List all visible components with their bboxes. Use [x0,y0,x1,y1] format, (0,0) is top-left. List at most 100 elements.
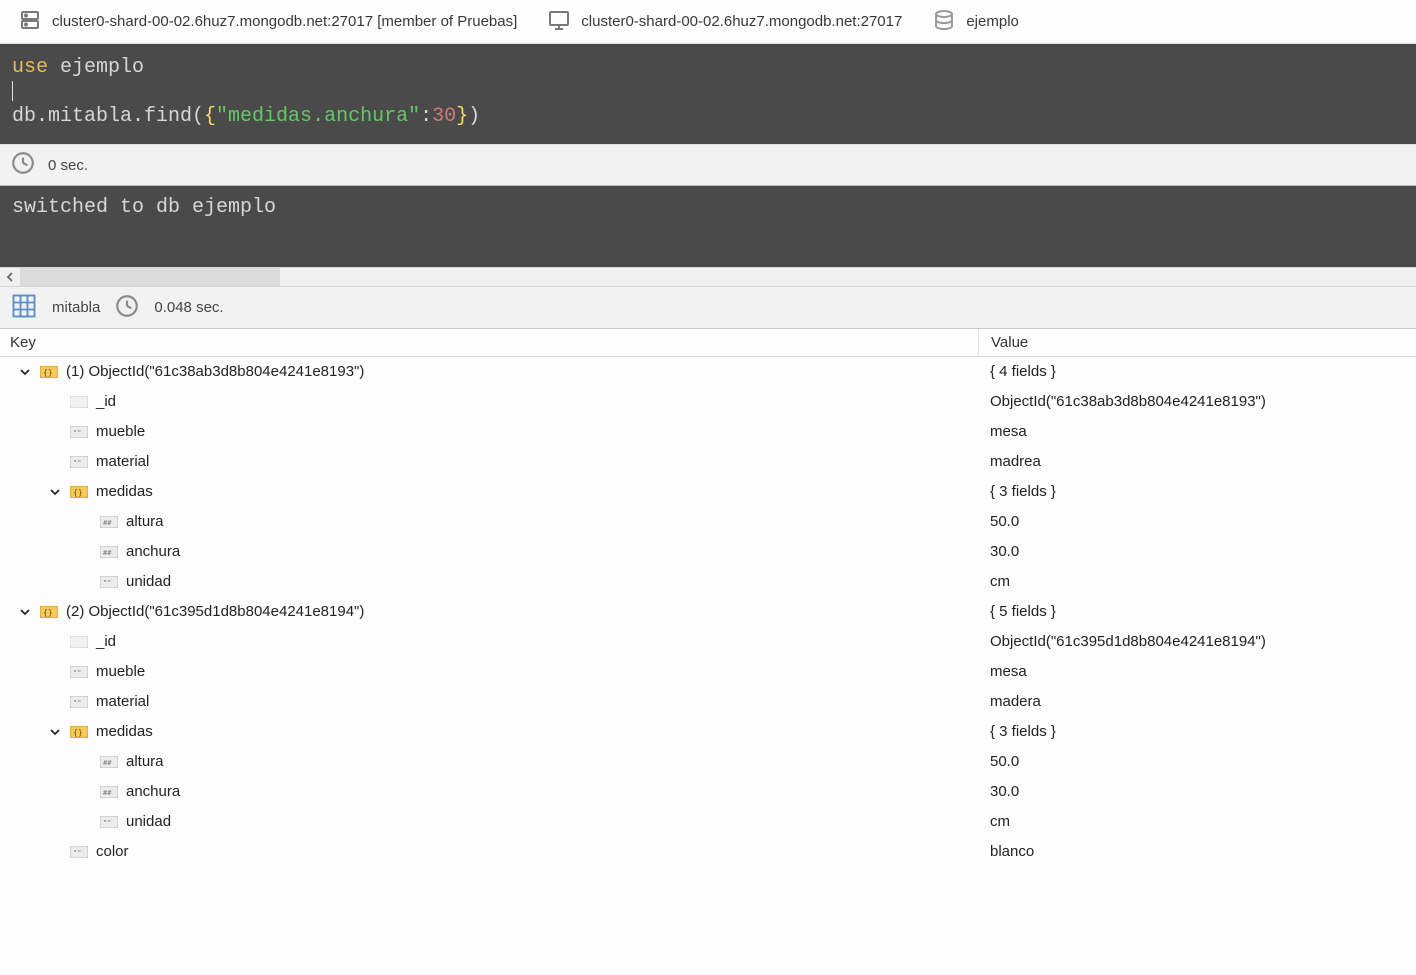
str-type-icon: "" [100,575,118,589]
tree-value-cell: { 5 fields } [978,603,1416,620]
query-editor[interactable]: use ejemplo db.mitabla.find({"medidas.an… [0,44,1416,144]
tree-row[interactable]: {} (1) ObjectId("61c38ab3d8b804e4241e8193… [0,357,1416,387]
tree-value-cell: mesa [978,423,1416,440]
grid-icon [10,292,38,324]
tab-label: cluster0-shard-00-02.6huz7.mongodb.net:2… [52,13,517,30]
editor-paren: ) [468,105,480,128]
svg-text:{}: {} [73,728,83,737]
tree-key-cell: ""mueble [0,663,978,680]
tree-key-cell: "" mueble [0,423,978,440]
svg-text:"": "" [73,669,81,677]
svg-text:"": "" [103,819,111,827]
tree-row[interactable]: _idObjectId("61c395d1d8b804e4241e8194") [0,627,1416,657]
svg-text:##: ## [103,759,112,767]
chevron-down-icon[interactable] [16,366,34,378]
tree-row[interactable]: "" mueble mesa [0,417,1416,447]
server-icon [18,8,42,36]
column-key[interactable]: Key [0,334,978,351]
tab-connection-1[interactable]: cluster0-shard-00-02.6huz7.mongodb.net:2… [8,0,527,43]
chevron-down-icon[interactable] [46,726,64,738]
svg-text:{}: {} [43,368,53,377]
monitor-icon [547,8,571,36]
result-time: 0.048 sec. [154,299,223,316]
svg-text:{}: {} [73,488,83,497]
scroll-thumb[interactable] [20,268,280,286]
result-header: mitabla 0.048 sec. [0,287,1416,329]
chevron-down-icon[interactable] [16,606,34,618]
tree-value-cell: cm [978,813,1416,830]
tree-value-cell: cm [978,573,1416,590]
tree-key-text: medidas [96,723,153,740]
status-time: 0 sec. [48,157,88,174]
svg-text:"": "" [73,429,81,437]
editor-colon: : [420,105,432,128]
svg-text:##: ## [103,519,112,527]
svg-text:{}: {} [43,608,53,617]
tree-row[interactable]: ##anchura30.0 [0,537,1416,567]
scroll-left-button[interactable] [0,268,20,286]
tree-row[interactable]: ## altura 50.0 [0,507,1416,537]
tab-database[interactable]: ejemplo [922,0,1029,43]
num-type-icon: ## [100,755,118,769]
svg-text:"": "" [103,579,111,587]
tree-key-cell: {} (2) ObjectId("61c395d1d8b804e4241e8194… [0,603,978,620]
editor-call: db.mitabla.find( [12,105,204,128]
editor-brace: } [456,105,468,128]
tree-row[interactable]: "" material madera [0,687,1416,717]
tree-value-cell: 50.0 [978,513,1416,530]
tree-value-cell: { 3 fields } [978,483,1416,500]
tree-key-text: medidas [96,483,153,500]
blank-type-icon [70,395,88,409]
status-bar-1: 0 sec. [0,144,1416,186]
tree-key-cell: ## altura [0,513,978,530]
tree-key-cell: _id [0,633,978,650]
str-type-icon: "" [70,455,88,469]
columns-header: Key Value [0,329,1416,357]
tree-key-text: (2) ObjectId("61c395d1d8b804e4241e8194") [66,603,364,620]
tree-value-cell: 30.0 [978,783,1416,800]
tree-key-cell: ""material [0,453,978,470]
tree-key-text: _id [96,393,116,410]
tree-value-cell: madera [978,693,1416,710]
tree-row[interactable]: ##anchura30.0 [0,777,1416,807]
column-value[interactable]: Value [978,329,1416,356]
obj-type-icon: {} [40,365,58,379]
tree-key-text: material [96,693,149,710]
tree-key-text: (1) ObjectId("61c38ab3d8b804e4241e8193") [66,363,364,380]
editor-number: 30 [432,105,456,128]
tree-row[interactable]: {} medidas { 3 fields } [0,477,1416,507]
tree-key-text: anchura [126,543,180,560]
tree-row[interactable]: ##altura50.0 [0,747,1416,777]
editor-dbname: ejemplo [60,56,144,79]
tree-key-cell: ##altura [0,753,978,770]
tree-row[interactable]: {}medidas{ 3 fields } [0,717,1416,747]
tree-row[interactable]: ""unidadcm [0,567,1416,597]
tab-label: cluster0-shard-00-02.6huz7.mongodb.net:2… [581,13,902,30]
chevron-down-icon[interactable] [46,486,64,498]
tree-row[interactable]: ""mueblemesa [0,657,1416,687]
tree-value-cell: blanco [978,843,1416,860]
horizontal-scrollbar[interactable] [0,267,1416,287]
obj-type-icon: {} [70,725,88,739]
tree-row[interactable]: ""materialmadrea [0,447,1416,477]
num-type-icon: ## [100,545,118,559]
tree-row[interactable]: {} (2) ObjectId("61c395d1d8b804e4241e8194… [0,597,1416,627]
tree-key-text: color [96,843,129,860]
output-console: switched to db ejemplo [0,186,1416,267]
tree-key-cell: {} medidas [0,723,978,740]
svg-text:"": "" [73,849,81,857]
tree-value-cell: mesa [978,663,1416,680]
tree-row[interactable]: ""unidadcm [0,807,1416,837]
tree-value-cell: ObjectId("61c38ab3d8b804e4241e8193") [978,393,1416,410]
tree-key-text: altura [126,513,164,530]
tree-row[interactable]: "" color blanco [0,837,1416,867]
tree-row[interactable]: _id ObjectId("61c38ab3d8b804e4241e8193") [0,387,1416,417]
tree-key-cell: ## anchura [0,543,978,560]
tree-key-text: mueble [96,423,145,440]
tab-connection-2[interactable]: cluster0-shard-00-02.6huz7.mongodb.net:2… [537,0,912,43]
str-type-icon: "" [70,425,88,439]
str-type-icon: "" [70,695,88,709]
tree-value-cell: ObjectId("61c395d1d8b804e4241e8194") [978,633,1416,650]
database-icon [932,8,956,36]
tree-key-text: anchura [126,783,180,800]
